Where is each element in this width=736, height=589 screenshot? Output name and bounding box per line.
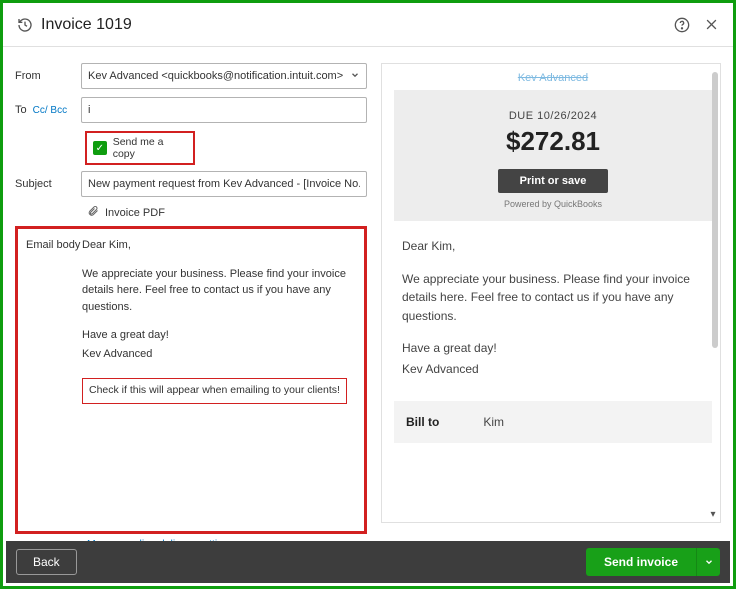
subject-label: Subject (15, 178, 81, 190)
check-icon: ✓ (93, 141, 107, 155)
preview-sender-link: Kev Advanced (394, 72, 712, 84)
help-icon[interactable] (674, 17, 690, 33)
from-select[interactable]: Kev Advanced <quickbooks@notification.in… (81, 63, 367, 89)
to-input[interactable] (88, 104, 360, 116)
preview-panel: ▾ Kev Advanced DUE 10/26/2024 $272.81 Pr… (381, 63, 721, 537)
invoice-amount: $272.81 (404, 126, 702, 157)
send-me-copy-label: Send me a copy (113, 136, 187, 160)
preview-greeting: Dear Kim, (402, 237, 704, 256)
body-signature: Kev Advanced (82, 346, 356, 363)
close-icon[interactable] (704, 17, 719, 32)
body-paragraph-1: We appreciate your business. Please find… (82, 266, 356, 316)
subject-input[interactable] (88, 178, 360, 190)
attachment-row[interactable]: Invoice PDF (87, 205, 367, 220)
preview-paragraph: We appreciate your business. Please find… (402, 270, 704, 326)
from-label: From (15, 70, 81, 82)
footer-bar: Back Send invoice (6, 541, 730, 583)
attachment-name: Invoice PDF (105, 207, 165, 219)
body-paragraph-2: Have a great day! (82, 327, 356, 344)
email-form: From Kev Advanced <quickbooks@notificati… (15, 63, 367, 537)
paperclip-icon (87, 205, 99, 220)
from-value: Kev Advanced <quickbooks@notification.in… (88, 70, 343, 82)
page-title: Invoice 1019 (41, 16, 132, 34)
body-check-note: Check if this will appear when emailing … (82, 378, 347, 404)
to-input-wrap (81, 97, 367, 123)
body-greeting: Dear Kim, (82, 237, 356, 254)
send-dropdown-button[interactable] (696, 548, 720, 576)
bill-to-label: Bill to (406, 415, 439, 429)
email-body-textarea[interactable]: Dear Kim, We appreciate your business. P… (82, 237, 356, 523)
email-body-section: Email body Dear Kim, We appreciate your … (15, 226, 367, 534)
subject-input-wrap (81, 171, 367, 197)
preview-closing-1: Have a great day! (402, 339, 704, 358)
due-date: DUE 10/26/2024 (404, 110, 702, 122)
send-me-copy-checkbox[interactable]: ✓ Send me a copy (85, 131, 195, 165)
bill-to-value: Kim (483, 415, 504, 429)
history-icon[interactable] (17, 17, 33, 33)
bill-to-section: Bill to Kim (394, 401, 712, 443)
chevron-down-icon (350, 70, 360, 83)
powered-by-text: Powered by QuickBooks (404, 199, 702, 209)
send-invoice-button[interactable]: Send invoice (586, 548, 696, 576)
print-or-save-button[interactable]: Print or save (498, 169, 609, 193)
main-content: From Kev Advanced <quickbooks@notificati… (3, 47, 733, 541)
to-label: To (15, 104, 27, 116)
scrollbar[interactable] (712, 72, 718, 348)
cc-bcc-link[interactable]: Cc/ Bcc (33, 105, 67, 116)
preview-container: ▾ Kev Advanced DUE 10/26/2024 $272.81 Pr… (381, 63, 721, 523)
preview-summary-card: DUE 10/26/2024 $272.81 Print or save Pow… (394, 90, 712, 221)
preview-closing-2: Kev Advanced (402, 360, 704, 379)
email-body-label: Email body (26, 237, 82, 523)
back-button[interactable]: Back (16, 549, 77, 575)
preview-body: Dear Kim, We appreciate your business. P… (394, 221, 712, 401)
scroll-down-icon[interactable]: ▾ (706, 508, 720, 522)
window-header: Invoice 1019 (3, 3, 733, 47)
